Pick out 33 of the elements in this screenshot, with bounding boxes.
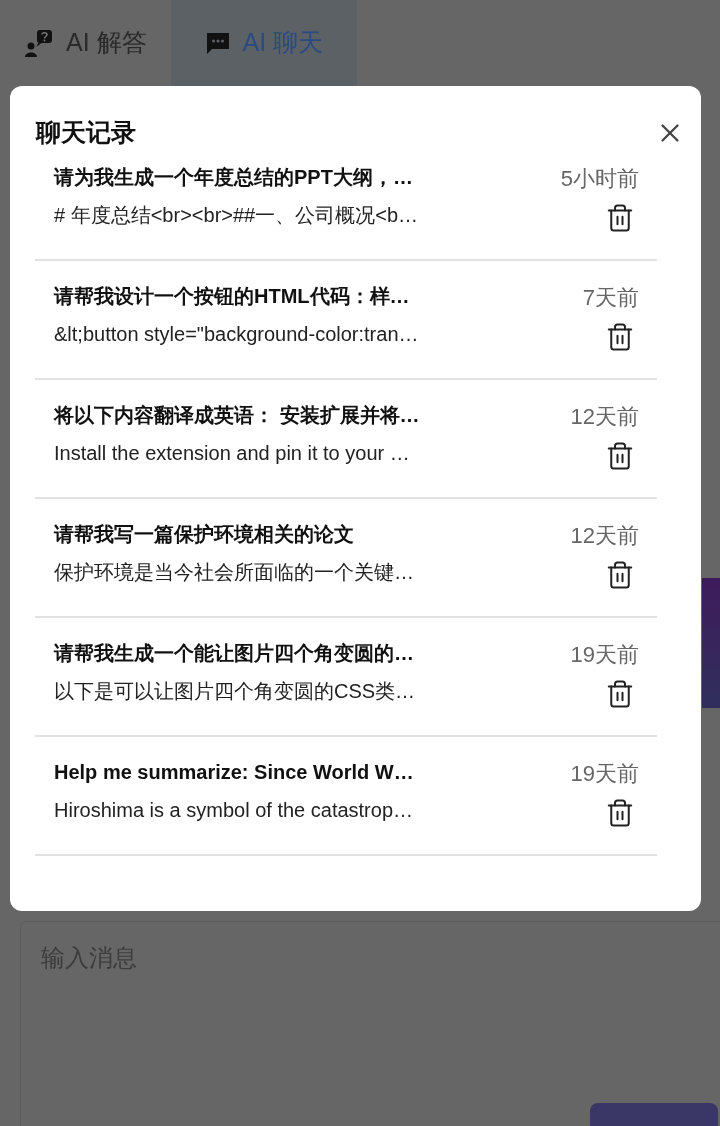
- timestamp: 19天前: [570, 759, 639, 788]
- timestamp: 7天前: [582, 283, 639, 312]
- chat-preview: 保护环境是当今社会所面临的一个关键…: [54, 559, 415, 585]
- timestamp: 12天前: [570, 521, 639, 550]
- timestamp: 12天前: [570, 402, 639, 431]
- chat-title: 请为我生成一个年度总结的PPT大纲，…: [54, 164, 414, 190]
- chat-preview: Install the extension and pin it to your …: [54, 440, 411, 466]
- chat-preview: 以下是可以让图片四个角变圆的CSS类…: [54, 678, 417, 704]
- timestamp: 19天前: [570, 640, 639, 669]
- chat-preview: Hiroshima is a symbol of the catastrop…: [54, 797, 415, 823]
- chat-preview: # 年度总结<br><br>##一、公司概况<b…: [54, 202, 419, 228]
- chat-title: 将以下内容翻译成英语： 安装扩展并将…: [54, 402, 421, 428]
- chat-title: 请帮我写一篇保护环境相关的论文: [54, 521, 355, 547]
- person-question-icon: [24, 28, 54, 58]
- delete-icon[interactable]: [605, 797, 635, 828]
- delete-icon[interactable]: [605, 678, 635, 709]
- chat-title: Help me summarize: Since World W…: [54, 759, 415, 785]
- chat-title: 请帮我生成一个能让图片四个角变圆的…: [54, 640, 415, 666]
- delete-icon[interactable]: [605, 321, 635, 352]
- chat-bubble-icon: [204, 30, 231, 56]
- chat-preview: &lt;button style="background-color:tran…: [54, 321, 420, 347]
- chat-history-item[interactable]: 请帮我设计一个按钮的HTML代码：样… &lt;button style="background-color:tran… 7天前: [35, 274, 657, 380]
- chat-history-item[interactable]: 请帮我生成一个能让图片四个角变圆的… 以下是可以让图片四个角变圆的CSS类… 19天前: [35, 631, 657, 737]
- dialog-title: 聊天记录: [36, 117, 136, 148]
- delete-icon[interactable]: [605, 202, 635, 233]
- chat-history-item[interactable]: 请为我生成一个年度总结的PPT大纲，… # 年度总结<br><br>##一、公司概况<b… 5小时前: [35, 155, 657, 261]
- chat-history-item[interactable]: 请帮我写一篇保护环境相关的论文 保护环境是当今社会所面临的一个关键… 12天前: [35, 512, 657, 618]
- chat-history-item[interactable]: Help me summarize: Since World W… Hiroshima is a symbol of the catastrop… 19天前: [35, 750, 657, 856]
- chat-title: 请帮我设计一个按钮的HTML代码：样…: [54, 283, 411, 309]
- timestamp: 5小时前: [560, 164, 639, 193]
- delete-icon[interactable]: [605, 559, 635, 590]
- chat-history-item[interactable]: 将以下内容翻译成英语： 安装扩展并将… Install the extension and pin it to your … 12天前: [35, 393, 657, 499]
- delete-icon[interactable]: [605, 440, 635, 471]
